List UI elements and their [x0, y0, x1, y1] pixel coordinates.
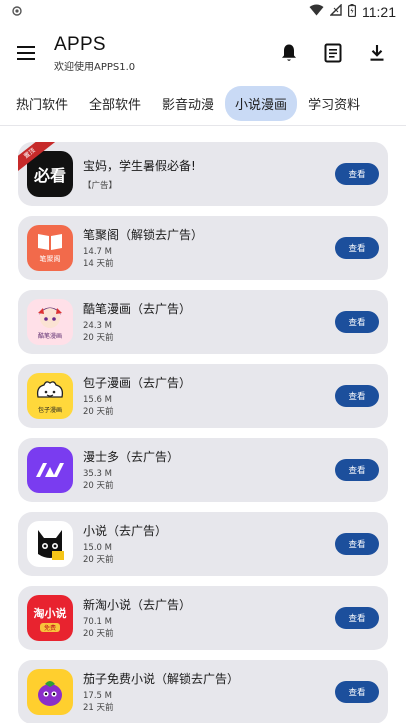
app-title: APPS — [54, 33, 106, 55]
download-icon[interactable] — [364, 40, 390, 66]
category-tabs: 热门软件 全部软件 影音动漫 小说漫画 学习资料 — [0, 82, 406, 126]
menu-icon[interactable] — [14, 41, 38, 65]
app-name: 笔聚阁（解锁去广告） — [83, 228, 204, 242]
signal-icon — [329, 3, 342, 20]
app-icon — [27, 521, 73, 567]
app-name: 漫士多（去广告） — [83, 450, 180, 464]
app-meta: 14.7 M 14 天前 — [83, 247, 114, 269]
app-name: 小说（去广告） — [83, 524, 168, 538]
tab-video-anime[interactable]: 影音动漫 — [152, 86, 224, 121]
app-name: 宝妈，学生暑假必备! — [83, 158, 196, 173]
list-item[interactable]: 漫士多（去广告） 35.3 M 20 天前 查看 — [18, 438, 388, 502]
app-icon — [27, 669, 73, 715]
document-icon[interactable] — [320, 40, 346, 66]
list-item[interactable]: 包子漫画 包子漫画（去广告） 15.6 M 20 天前 查看 — [18, 364, 388, 428]
app-meta: 【广告】 — [83, 180, 118, 191]
icon-tag: 免费 — [39, 622, 60, 632]
app-name: 茄子免费小说（解锁去广告） — [83, 672, 240, 686]
list-item[interactable]: 笔聚阁 笔聚阁（解锁去广告） 14.7 M 14 天前 查看 — [18, 216, 388, 280]
app-icon — [27, 447, 73, 493]
view-button[interactable]: 查看 — [335, 681, 379, 703]
app-meta: 17.5 M 21 天前 — [83, 691, 114, 713]
list-item[interactable]: 酷笔漫画 酷笔漫画（去广告） 24.3 M 20 天前 查看 — [18, 290, 388, 354]
view-button[interactable]: 查看 — [335, 311, 379, 333]
app-actions — [276, 40, 390, 66]
app-subtitle: 欢迎使用APPS1.0 — [54, 61, 136, 73]
tab-study-materials[interactable]: 学习资料 — [298, 86, 370, 121]
notification-dot-icon — [12, 5, 22, 20]
app-icon: 酷笔漫画 — [27, 299, 73, 345]
app-list: 置顶 必看 宝妈，学生暑假必备! 【广告】 查看 笔聚阁 笔聚阁（解锁去广告） … — [0, 126, 406, 723]
app-name: 酷笔漫画（去广告） — [83, 302, 192, 316]
app-icon: 包子漫画 — [27, 373, 73, 419]
app-meta: 70.1 M 20 天前 — [83, 617, 114, 639]
title-block: APPS 欢迎使用APPS1.0 — [54, 34, 276, 73]
list-item[interactable]: 淘小说 免费 新淘小说（去广告） 70.1 M 20 天前 查看 — [18, 586, 388, 650]
app-icon: 淘小说 免费 — [27, 595, 73, 641]
view-button[interactable]: 查看 — [335, 237, 379, 259]
view-button[interactable]: 查看 — [335, 385, 379, 407]
app-name: 包子漫画（去广告） — [83, 376, 192, 390]
battery-icon — [348, 3, 357, 21]
wifi-icon — [309, 4, 324, 20]
tab-hot-software[interactable]: 热门软件 — [6, 86, 78, 121]
app-meta: 35.3 M 20 天前 — [83, 469, 114, 491]
view-button[interactable]: 查看 — [335, 459, 379, 481]
app-icon: 笔聚阁 — [27, 225, 73, 271]
view-button[interactable]: 查看 — [335, 533, 379, 555]
app-bar: APPS 欢迎使用APPS1.0 — [0, 24, 406, 82]
status-bar: 11:21 — [0, 0, 406, 24]
list-item[interactable]: 小说（去广告） 15.0 M 20 天前 查看 — [18, 512, 388, 576]
status-time: 11:21 — [362, 4, 396, 20]
list-item[interactable]: 茄子免费小说（解锁去广告） 17.5 M 21 天前 查看 — [18, 660, 388, 723]
app-meta: 15.6 M 20 天前 — [83, 395, 114, 417]
bell-icon[interactable] — [276, 40, 302, 66]
tab-novel-comic[interactable]: 小说漫画 — [225, 86, 298, 121]
view-button[interactable]: 查看 — [335, 163, 379, 185]
app-name: 新淘小说（去广告） — [83, 598, 192, 612]
app-meta: 24.3 M 20 天前 — [83, 321, 114, 343]
tab-all-software[interactable]: 全部软件 — [79, 86, 151, 121]
list-item[interactable]: 置顶 必看 宝妈，学生暑假必备! 【广告】 查看 — [18, 142, 388, 206]
view-button[interactable]: 查看 — [335, 607, 379, 629]
app-meta: 15.0 M 20 天前 — [83, 543, 114, 565]
